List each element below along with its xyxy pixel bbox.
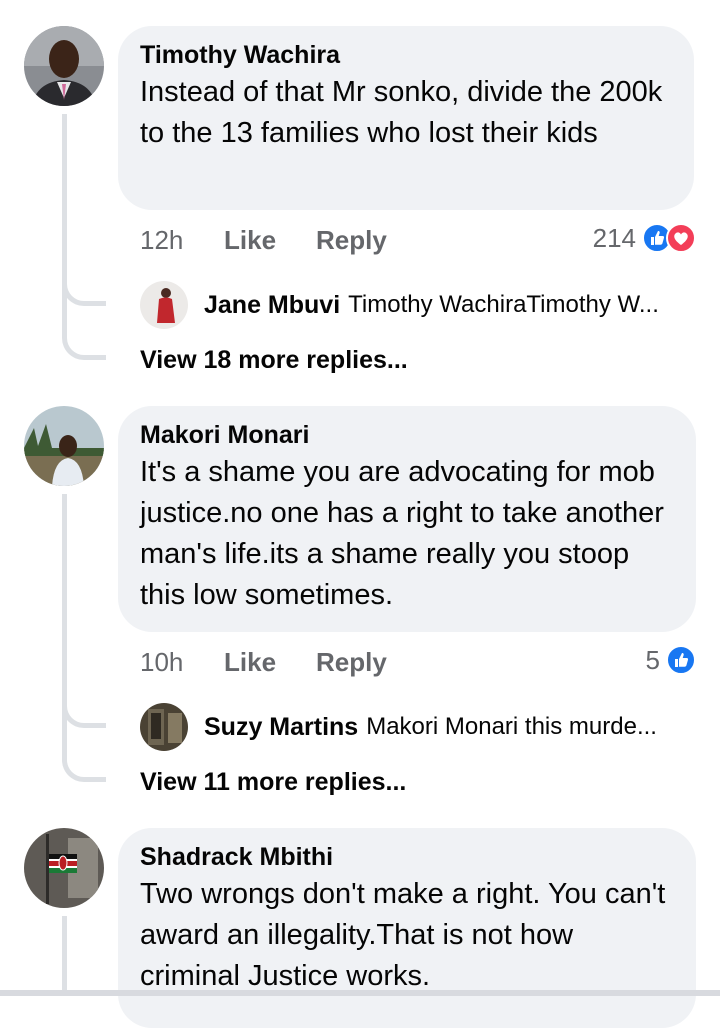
bottom-divider (0, 990, 720, 996)
reaction-summary[interactable]: 5 (646, 642, 696, 678)
comment-text: It's a shame you are advocating for mob … (140, 456, 664, 611)
view-more-replies[interactable]: View 18 more replies... (140, 346, 408, 375)
like-button[interactable]: Like (224, 647, 316, 678)
thread-connector (62, 748, 106, 782)
reaction-count: 5 (645, 644, 660, 675)
comment-bubble: Shadrack Mbithi Two wrongs don't make a … (118, 828, 696, 1028)
avatar[interactable] (140, 703, 188, 751)
reply-author[interactable]: Jane Mbuvi (204, 291, 340, 320)
comment-text: Instead of that Mr sonko, divide the 200… (140, 76, 663, 149)
avatar[interactable] (24, 26, 104, 106)
like-icon (666, 645, 696, 675)
avatar-photo (140, 281, 188, 329)
avatar-photo (24, 26, 104, 106)
comment-actions: 12h Like Reply (140, 222, 387, 258)
comment-bubble: Makori Monari It's a shame you are advoc… (118, 406, 696, 632)
reply-preview[interactable]: Suzy Martins Makori Monari this murde... (140, 702, 696, 752)
avatar[interactable] (140, 281, 188, 329)
comment-author[interactable]: Makori Monari (140, 420, 674, 450)
avatar[interactable] (24, 828, 104, 908)
reply-text: Makori Monari this murde... (366, 713, 657, 740)
comment-time[interactable]: 10h (140, 647, 224, 678)
comment-bubble: Timothy Wachira Instead of that Mr sonko… (118, 26, 694, 210)
thread-connector (62, 694, 106, 728)
avatar-photo (24, 406, 104, 486)
reaction-summary[interactable]: 214 (593, 220, 696, 256)
comment-author[interactable]: Shadrack Mbithi (140, 842, 674, 872)
avatar[interactable] (24, 406, 104, 486)
comment-text: Two wrongs don't make a right. You can't… (140, 878, 666, 992)
reply-preview[interactable]: Jane Mbuvi Timothy WachiraTimothy W... (140, 280, 696, 330)
reply-author[interactable]: Suzy Martins (204, 713, 358, 742)
reply-text: Timothy WachiraTimothy W... (348, 291, 659, 318)
thread-connector (62, 326, 106, 360)
like-button[interactable]: Like (224, 225, 316, 256)
reply-button[interactable]: Reply (316, 225, 387, 256)
thread-line (62, 916, 67, 996)
comment-actions: 10h Like Reply (140, 644, 387, 680)
thread-connector (62, 272, 106, 306)
comment-time[interactable]: 12h (140, 225, 224, 256)
reply-button[interactable]: Reply (316, 647, 387, 678)
love-icon (666, 223, 696, 253)
avatar-photo (24, 828, 104, 908)
reaction-count: 214 (592, 222, 636, 253)
avatar-photo (140, 703, 188, 751)
comment-author[interactable]: Timothy Wachira (140, 40, 672, 70)
view-more-replies[interactable]: View 11 more replies... (140, 768, 406, 797)
